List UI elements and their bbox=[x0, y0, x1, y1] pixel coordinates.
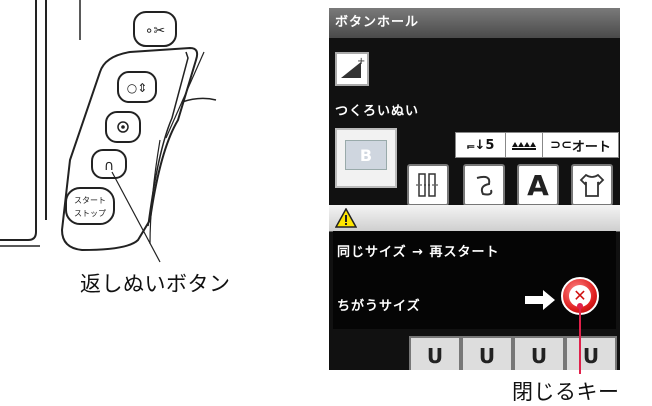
thread-tension-indicator: ⊃⊂ オート bbox=[550, 137, 611, 155]
scissors-icon: ∘✂ bbox=[145, 23, 166, 39]
feed-dog-icon bbox=[506, 133, 543, 157]
stitch-name: つくろいぬい bbox=[335, 104, 420, 119]
buttonhole-lever-icon: + bbox=[341, 56, 365, 78]
character-key[interactable]: A bbox=[517, 164, 559, 206]
pattern-preview: B bbox=[335, 128, 397, 188]
close-key-caption: 閉じるキー bbox=[512, 380, 620, 404]
buttonhole-lever-key[interactable]: + bbox=[335, 52, 369, 86]
needle-up-down-icon: ○⇕ bbox=[127, 81, 148, 95]
close-key-leader-line bbox=[577, 303, 583, 374]
warning-icon bbox=[335, 208, 357, 228]
pattern-preview-letter: B bbox=[345, 140, 387, 170]
right-arrow-icon bbox=[525, 290, 555, 310]
reverse-icon: ∩ bbox=[104, 158, 114, 174]
garment-key[interactable] bbox=[571, 164, 613, 206]
tension-icon: ⊃⊂ bbox=[550, 137, 572, 153]
start-stop-label-1: スタート bbox=[74, 196, 106, 205]
stitch-u-icon: U bbox=[426, 344, 444, 368]
bottom-key-3[interactable]: U bbox=[513, 336, 565, 370]
reverse-button-caption: 返しぬいボタン bbox=[80, 272, 231, 296]
reinforcement-button[interactable] bbox=[105, 111, 141, 143]
sewing-machine-illustration: ∘✂ ○⇕ ∩ スタート ストップ bbox=[0, 0, 217, 263]
different-size-message: ちがうサイズ bbox=[337, 299, 421, 314]
same-size-message: 同じサイズ → 再スタート bbox=[337, 245, 500, 260]
stitch-u-icon: U bbox=[478, 344, 496, 368]
svg-text:+: + bbox=[357, 56, 365, 67]
start-stop-button[interactable]: スタート ストップ bbox=[65, 187, 115, 225]
presser-foot-icon: ⫭↓ bbox=[466, 137, 486, 153]
needle-position-button[interactable]: ○⇕ bbox=[117, 71, 157, 103]
stitch-pattern-key[interactable] bbox=[463, 164, 505, 206]
buttonhole-size-icon bbox=[416, 173, 440, 197]
reverse-stitch-button[interactable]: ∩ bbox=[91, 149, 127, 179]
start-stop-label-2: ストップ bbox=[74, 209, 106, 218]
screen-title: ボタンホール bbox=[329, 8, 620, 38]
decorative-stitch-icon bbox=[476, 175, 493, 196]
shirt-icon bbox=[579, 173, 605, 197]
buttonhole-size-key[interactable] bbox=[407, 164, 449, 206]
status-bar: ⫭↓ 5 ⊃⊂ オート bbox=[455, 132, 619, 158]
dialog-header bbox=[329, 205, 620, 232]
letter-a-icon: A bbox=[527, 168, 549, 202]
bottom-key-2[interactable]: U bbox=[461, 336, 513, 370]
stitch-u-icon: U bbox=[530, 344, 548, 368]
presser-foot-indicator: ⫭↓ 5 bbox=[456, 133, 507, 157]
bottom-key-1[interactable]: U bbox=[409, 336, 461, 370]
thread-cutter-button[interactable]: ∘✂ bbox=[133, 11, 177, 47]
